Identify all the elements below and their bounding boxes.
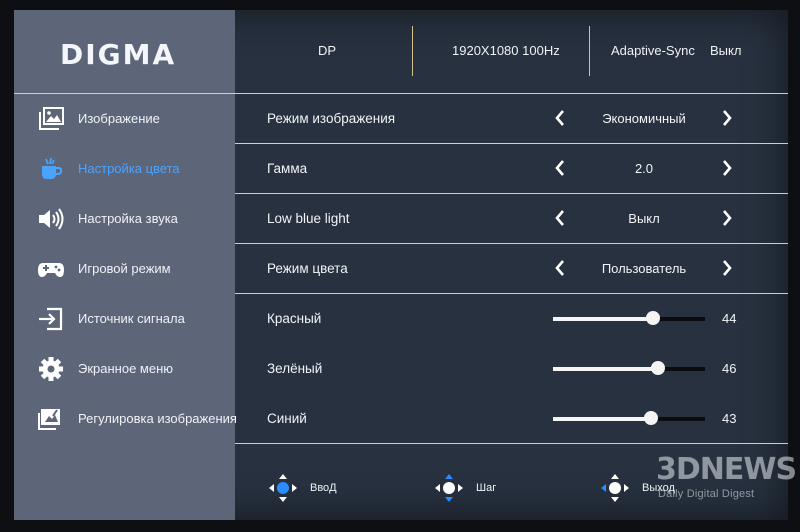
sidebar-item-sound[interactable]: Настройка звука (14, 194, 235, 244)
chevron-left-icon[interactable] (553, 109, 567, 127)
color-cup-icon (37, 157, 65, 181)
setting-value: Выкл (628, 211, 660, 226)
setting-label: Гамма (267, 161, 308, 176)
input-source-icon (37, 307, 65, 331)
setting-picture-mode[interactable]: Режим изображения Экономичный (235, 94, 788, 144)
setting-red[interactable]: Красный 44 (235, 294, 788, 344)
setting-value: 44 (722, 311, 737, 326)
slider-handle[interactable] (646, 311, 660, 325)
setting-label: Режим изображения (267, 111, 396, 126)
sidebar-item-label: Регулировка изображения (78, 411, 237, 426)
setting-low-blue-light[interactable]: Low blue light Выкл (235, 194, 788, 244)
watermark-tagline: Daily Digital Digest (658, 488, 755, 500)
speaker-icon (37, 207, 65, 231)
resolution-status: 1920X1080 100Hz (452, 43, 560, 58)
slider-handle[interactable] (644, 411, 658, 425)
input-source-status: DP (318, 43, 337, 58)
chevron-right-icon[interactable] (720, 209, 734, 227)
separator (589, 26, 590, 76)
slider-handle[interactable] (651, 361, 665, 375)
sidebar: DIGMA Изображение Настройка цвета Настро… (14, 10, 237, 520)
osd-menu: DIGMA Изображение Настройка цвета Настро… (14, 10, 788, 520)
chevron-right-icon[interactable] (720, 159, 734, 177)
chevron-right-icon[interactable] (720, 109, 734, 127)
chevron-left-icon[interactable] (553, 159, 567, 177)
gamepad-icon (37, 257, 65, 281)
chevron-left-icon[interactable] (553, 209, 567, 227)
setting-value: 2.0 (634, 161, 654, 176)
watermark-brand: 3DNEWS (656, 452, 797, 487)
sidebar-item-label: Изображение (78, 111, 160, 126)
setting-label: Зелёный (267, 361, 323, 376)
setting-green[interactable]: Зелёный 46 (235, 344, 788, 394)
red-slider[interactable] (553, 311, 705, 325)
joystick-icon (600, 473, 630, 503)
sidebar-item-label: Настройка цвета (78, 161, 180, 176)
sidebar-item-label: Экранное меню (78, 361, 174, 376)
status-bar: DP 1920X1080 100Hz Adaptive-Sync Выкл (235, 10, 788, 93)
image-adjust-icon (37, 407, 65, 431)
adaptive-sync-label: Adaptive-Sync (611, 43, 695, 58)
slider-fill (553, 367, 658, 371)
setting-value: Экономичный (602, 111, 686, 126)
chevron-left-icon[interactable] (553, 259, 567, 277)
sidebar-item-image[interactable]: Изображение (14, 94, 235, 144)
setting-label: Красный (267, 311, 322, 326)
setting-label: Режим цвета (267, 261, 348, 276)
sidebar-item-game-mode[interactable]: Игровой режим (14, 244, 235, 294)
sidebar-item-image-adjust[interactable]: Регулировка изображения (14, 394, 237, 444)
setting-color-mode[interactable]: Режим цвета Пользователь (235, 244, 788, 294)
brand-logo: DIGMA (60, 38, 177, 71)
blue-slider[interactable] (553, 411, 705, 425)
separator (412, 26, 413, 76)
sidebar-item-label: Источник сигнала (78, 311, 185, 326)
sidebar-item-color-settings[interactable]: Настройка цвета (14, 144, 235, 194)
slider-fill (553, 317, 653, 321)
setting-value: 46 (722, 361, 737, 376)
sidebar-item-label: Игровой режим (78, 261, 171, 276)
joystick-icon (434, 473, 464, 503)
sidebar-item-input-source[interactable]: Источник сигнала (14, 294, 235, 344)
hint-label: Шаг (476, 482, 497, 494)
adaptive-sync-value: Выкл (710, 43, 742, 58)
watermark: 3DNEWS Daily Digital Digest (648, 452, 797, 512)
setting-blue[interactable]: Синий 43 (235, 394, 788, 444)
joystick-icon (268, 473, 298, 503)
hint-label: ВвоД (310, 482, 337, 494)
green-slider[interactable] (553, 361, 705, 375)
gear-icon (37, 357, 65, 381)
setting-label: Синий (267, 411, 307, 426)
setting-gamma[interactable]: Гамма 2.0 (235, 144, 788, 194)
slider-fill (553, 417, 651, 421)
sidebar-item-osd-menu[interactable]: Экранное меню (14, 344, 235, 394)
image-icon (37, 107, 65, 131)
sidebar-item-label: Настройка звука (78, 211, 178, 226)
setting-label: Low blue light (267, 211, 350, 226)
setting-value: 43 (722, 411, 737, 426)
setting-value: Пользователь (601, 261, 687, 276)
chevron-right-icon[interactable] (720, 259, 734, 277)
